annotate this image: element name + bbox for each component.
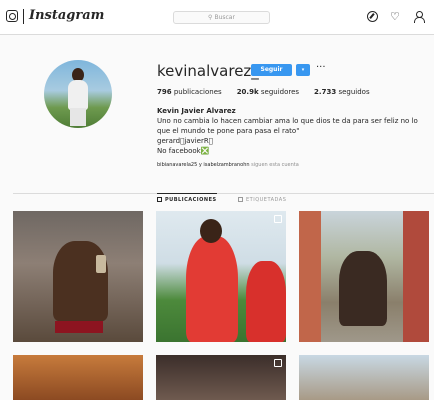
- search-placeholder: Buscar: [214, 14, 235, 21]
- post-thumbnail[interactable]: [13, 211, 143, 342]
- bio-line: Uno no cambia lo hacen cambiar ama lo qu…: [157, 117, 418, 135]
- followed-by-text[interactable]: bibianavarela25 y isabelzambranohn sigue…: [157, 162, 299, 168]
- tab-publicaciones[interactable]: PUBLICACIONES: [157, 193, 217, 203]
- search-icon: ⚲: [208, 14, 213, 21]
- profile-icon[interactable]: [413, 11, 425, 23]
- more-options-icon[interactable]: ···: [316, 62, 326, 73]
- post-thumbnail[interactable]: [156, 211, 286, 342]
- posts-stat: 796 publicaciones: [157, 88, 222, 96]
- tab-etiquetadas[interactable]: ETIQUETADAS: [238, 197, 286, 203]
- instagram-wordmark[interactable]: Instagram: [29, 8, 104, 23]
- logo-divider: [23, 9, 24, 24]
- tagged-icon: [238, 197, 243, 202]
- suggestions-dropdown-button[interactable]: ▾: [296, 64, 310, 76]
- tabs-divider: [13, 193, 434, 194]
- post-thumbnail[interactable]: [156, 355, 286, 400]
- post-thumbnail[interactable]: [299, 355, 429, 400]
- bio-line: No facebook❎: [157, 147, 210, 155]
- carousel-icon: [274, 215, 282, 223]
- post-thumbnail[interactable]: [13, 355, 143, 400]
- search-input[interactable]: ⚲ Buscar: [173, 11, 270, 24]
- profile-avatar[interactable]: [44, 60, 112, 128]
- followers-stat[interactable]: 20.9k seguidores: [237, 88, 299, 96]
- profile-full-name: Kevin Javier Alvarez: [157, 107, 236, 115]
- profile-stats: 796 publicaciones 20.9k seguidores 2.733…: [157, 88, 385, 96]
- profile-bio: Kevin Javier Alvarez Uno no cambia lo ha…: [157, 106, 422, 156]
- chevron-down-icon: ▾: [301, 67, 305, 73]
- explore-icon[interactable]: [367, 11, 378, 22]
- following-stat[interactable]: 2.733 seguidos: [314, 88, 370, 96]
- carousel-icon: [274, 359, 282, 367]
- follow-button[interactable]: Seguir: [251, 64, 292, 76]
- bio-line: gerard🏿javierR🏵: [157, 137, 213, 145]
- activity-heart-icon[interactable]: ♡: [390, 11, 401, 22]
- top-navbar: Instagram ⚲ Buscar ♡: [0, 0, 434, 35]
- grid-icon: [157, 197, 162, 202]
- instagram-camera-icon[interactable]: [6, 10, 18, 22]
- post-thumbnail[interactable]: [299, 211, 429, 342]
- nav-icons: ♡: [367, 11, 425, 23]
